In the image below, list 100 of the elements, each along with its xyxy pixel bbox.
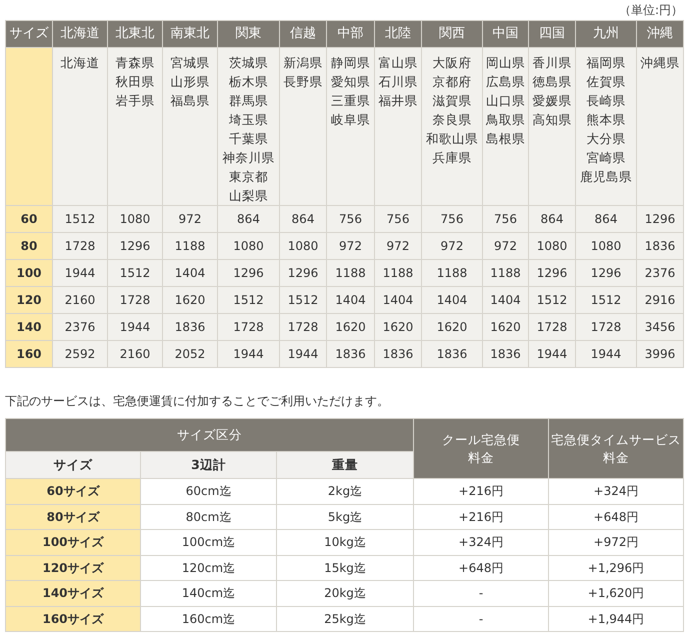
table-cell: 1512	[108, 260, 162, 286]
table-cell: 100サイズ	[6, 530, 140, 555]
table-cell: 15kg迄	[276, 555, 414, 580]
table-cell: -	[414, 606, 548, 632]
table-cell: +324円	[548, 478, 684, 504]
table-cell: 972	[162, 206, 218, 232]
column-header: サイズ	[6, 452, 140, 478]
table-cell: +648円	[414, 555, 548, 580]
table-cell: 1404	[422, 286, 482, 314]
table-cell: 1080	[576, 232, 636, 260]
column-header: 北陸	[374, 20, 422, 48]
prefecture-name: 沖縄県	[640, 54, 680, 72]
table-cell: 1620	[162, 286, 218, 314]
column-header: 関東	[218, 20, 280, 48]
table-cell: 1080	[528, 232, 576, 260]
table-cell: 60cm迄	[140, 478, 276, 504]
table-cell: 1836	[162, 314, 218, 340]
prefecture-name: 奈良県	[432, 111, 472, 129]
table-cell: 1404	[482, 286, 528, 314]
table-cell: 10kg迄	[276, 530, 414, 555]
prefecture-name: 静岡県	[330, 54, 371, 72]
table-cell: +972円	[548, 530, 684, 555]
table-cell: 160	[6, 340, 52, 368]
table-cell: 1836	[326, 340, 374, 368]
prefecture-name: 鳥取県	[485, 111, 526, 129]
table-cell: 1944	[52, 260, 108, 286]
prefecture-name: 愛知県	[330, 73, 371, 91]
prefecture-name: 和歌山県	[425, 130, 479, 148]
table-cell: 1512	[52, 206, 108, 232]
table-cell: 2160	[52, 286, 108, 314]
column-header: サイズ区分	[6, 418, 414, 452]
column-header: 四国	[528, 20, 576, 48]
table-cell: 160cm迄	[140, 606, 276, 632]
table-cell: +216円	[414, 478, 548, 504]
table-cell: +324円	[414, 530, 548, 555]
table-cell: 1728	[280, 314, 326, 340]
table-cell: 1188	[422, 260, 482, 286]
table-cell: 1620	[422, 314, 482, 340]
table-cell: 1512	[218, 286, 280, 314]
table-cell: +216円	[414, 504, 548, 530]
column-header: 中国	[482, 20, 528, 48]
prefecture-name: 香川県	[532, 54, 572, 72]
table-cell: 756	[326, 206, 374, 232]
table-cell: 1944	[108, 314, 162, 340]
table-cell: 1728	[52, 232, 108, 260]
table-cell: 1188	[326, 260, 374, 286]
table-cell: 1188	[374, 260, 422, 286]
table-cell: 972	[326, 232, 374, 260]
table-cell: 1080	[108, 206, 162, 232]
table-cell: 60サイズ	[6, 478, 140, 504]
prefecture-name: 京都府	[432, 73, 472, 91]
table-cell: 972	[374, 232, 422, 260]
prefecture-name: 岩手県	[114, 92, 156, 110]
table-cell: 25kg迄	[276, 606, 414, 632]
prefecture-name: 神奈川県	[222, 149, 276, 167]
table-cell: 1836	[636, 232, 684, 260]
table-cell: 756	[374, 206, 422, 232]
column-header: 宅急便タイムサービス 料金	[548, 418, 684, 478]
prefecture-name: 岐阜県	[330, 111, 371, 129]
table-cell: 1836	[422, 340, 482, 368]
table-cell: 3456	[636, 314, 684, 340]
table-cell: +648円	[548, 504, 684, 530]
table-cell: 1836	[482, 340, 528, 368]
prefecture-name: 佐賀県	[586, 73, 626, 91]
table-cell: 1728	[108, 286, 162, 314]
table-cell: -	[414, 580, 548, 606]
prefecture-name: 千葉県	[228, 130, 269, 148]
table-cell: 2916	[636, 286, 684, 314]
table-cell: 1080	[280, 232, 326, 260]
prefecture-name: 福井県	[378, 92, 418, 110]
column-header: 九州	[576, 20, 636, 48]
table-cell: 756	[482, 206, 528, 232]
prefecture-name: 山梨県	[228, 187, 269, 205]
table-cell: 1836	[374, 340, 422, 368]
table-cell: 140cm迄	[140, 580, 276, 606]
table-cell: 1620	[374, 314, 422, 340]
prefecture-name: 秋田県	[114, 73, 156, 91]
table-cell: 1512	[528, 286, 576, 314]
prefecture-name: 青森県	[114, 54, 156, 72]
table-cell: 1944	[528, 340, 576, 368]
prefecture-name: 大分県	[586, 130, 626, 148]
table-cell: +1,944円	[548, 606, 684, 632]
prefecture-name: 熊本県	[586, 111, 626, 129]
table-cell: 3996	[636, 340, 684, 368]
table-cell: 140サイズ	[6, 580, 140, 606]
service-note: 下記のサービスは、宅急便運賃に付加することでご利用いただけます。	[5, 393, 389, 410]
column-header: 関西	[422, 20, 482, 48]
prefecture-name: 東京都	[228, 168, 269, 186]
prefecture-name: 北海道	[60, 54, 100, 72]
table-cell: 2376	[636, 260, 684, 286]
table-cell: 972	[482, 232, 528, 260]
table-cell: 140	[6, 314, 52, 340]
table-cell: 100cm迄	[140, 530, 276, 555]
table-cell: 1080	[218, 232, 280, 260]
table-cell: 80cm迄	[140, 504, 276, 530]
table-cell: 20kg迄	[276, 580, 414, 606]
table-cell: +1,620円	[548, 580, 684, 606]
table-cell: 1188	[162, 232, 218, 260]
table-cell: 1512	[280, 286, 326, 314]
table-cell: 1296	[218, 260, 280, 286]
